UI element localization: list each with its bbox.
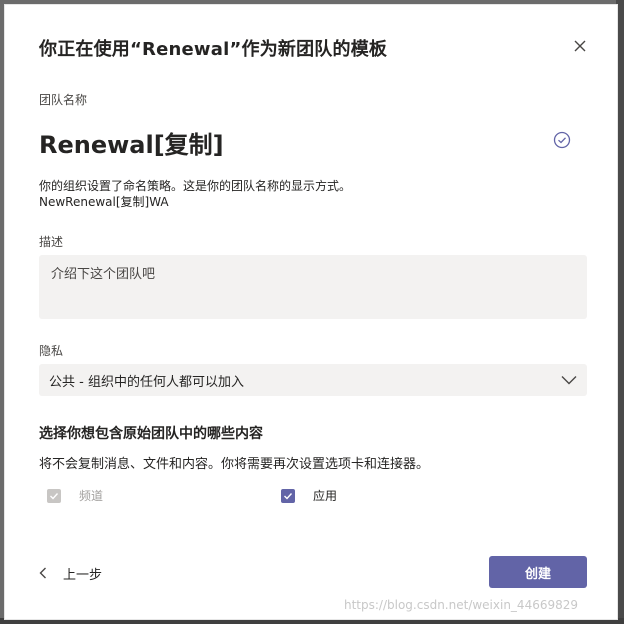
watermark-text: https://blog.csdn.net/weixin_44669829 [344,598,579,612]
apps-label: 应用 [313,489,338,503]
dialog-title: 你正在使用“Renewal”作为新团队的模板 [39,39,388,60]
description-label: 描述 [39,235,64,249]
naming-policy-note: 你的组织设置了命名策略。这是你的团队名称的显示方式。 NewRenewal[复制… [39,178,351,210]
apps-checkbox[interactable] [281,488,295,503]
naming-policy-preview: NewRenewal[复制]WA [39,195,169,209]
checkmark-icon [50,492,59,500]
team-name-field[interactable]: Renewal[复制] [39,125,224,160]
include-options-list: 频道 应用 [39,485,587,503]
create-team-dialog: 你正在使用“Renewal”作为新团队的模板 团队名称 Renewal[复制] … [4,4,618,620]
team-name-label: 团队名称 [39,93,88,107]
channels-label: 频道 [79,489,104,503]
create-button[interactable]: 创建 [489,556,587,588]
option-apps: 应用 [281,487,337,503]
option-channels: 频道 [47,487,103,503]
close-button[interactable] [569,35,591,57]
back-label: 上一步 [63,567,103,583]
privacy-label: 隐私 [39,344,64,358]
privacy-dropdown[interactable]: 公共 - 组织中的任何人都可以加入 [39,364,587,396]
channels-checkbox [47,488,61,503]
description-placeholder: 介绍下这个团队吧 [51,267,156,282]
include-content-title: 选择你想包含原始团队中的哪些内容 [39,426,263,442]
description-input[interactable]: 介绍下这个团队吧 [39,255,587,319]
chevron-left-icon [39,567,46,579]
back-button[interactable]: 上一步 [39,561,102,585]
include-content-subtitle: 将不会复制消息、文件和内容。你将需要再次设置选项卡和连接器。 [39,457,430,472]
naming-policy-text: 你的组织设置了命名策略。这是你的团队名称的显示方式。 [39,179,352,193]
checkmark-icon [284,492,293,500]
privacy-selected-value: 公共 - 组织中的任何人都可以加入 [49,374,244,390]
chevron-down-icon [561,376,577,385]
check-circle-icon [553,131,571,149]
close-icon [574,40,586,52]
